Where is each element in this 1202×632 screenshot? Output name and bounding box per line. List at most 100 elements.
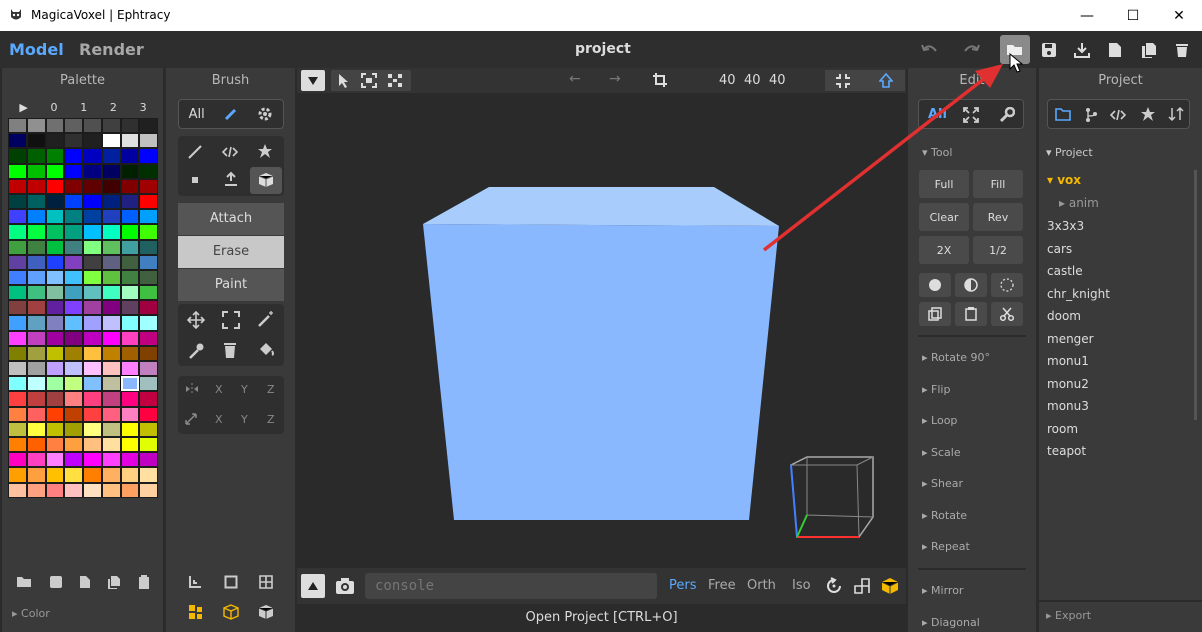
- palette-swatch[interactable]: [101, 482, 121, 498]
- palette-swatch[interactable]: [26, 254, 46, 270]
- folder-vox[interactable]: ▾ vox: [1047, 173, 1081, 187]
- palette-swatch[interactable]: [120, 452, 140, 468]
- project-item[interactable]: 3x3x3: [1047, 219, 1084, 233]
- hollow-sphere-button[interactable]: [991, 273, 1023, 297]
- code-brush-icon[interactable]: [222, 144, 238, 160]
- palette-swatch[interactable]: [45, 467, 65, 483]
- mirror-z-button[interactable]: Z: [267, 383, 275, 396]
- palette-swatch[interactable]: [8, 269, 27, 286]
- expand-icon[interactable]: [963, 107, 979, 123]
- project-scrollbar[interactable]: [1194, 170, 1197, 420]
- palette-swatch[interactable]: [26, 239, 46, 255]
- undo-button[interactable]: [914, 35, 944, 64]
- palette-swatch[interactable]: [26, 269, 46, 286]
- palette-swatch[interactable]: [139, 467, 158, 483]
- select-icon[interactable]: [222, 311, 240, 329]
- sort-icon[interactable]: [1168, 106, 1184, 122]
- move-icon[interactable]: [187, 311, 205, 329]
- palette-swatch[interactable]: [139, 193, 158, 210]
- palette-swatch[interactable]: [26, 209, 46, 225]
- palette-swatch[interactable]: [101, 300, 121, 316]
- palette-swatch[interactable]: [83, 376, 102, 392]
- palette-swatch[interactable]: [83, 300, 102, 316]
- sphere-button[interactable]: [919, 273, 951, 297]
- new-file-button[interactable]: [1100, 35, 1130, 64]
- branch-icon[interactable]: [1084, 107, 1098, 123]
- palette-swatch[interactable]: [101, 421, 121, 437]
- trash-icon[interactable]: [223, 342, 237, 359]
- palette-swatch[interactable]: [139, 391, 158, 407]
- 3d-viewport[interactable]: [297, 93, 906, 568]
- palette-swatch[interactable]: [139, 118, 158, 134]
- star-icon[interactable]: [1140, 106, 1156, 122]
- palette-swatch[interactable]: [101, 361, 121, 377]
- palette-swatch[interactable]: [26, 193, 46, 210]
- palette-swatch[interactable]: [64, 178, 83, 194]
- maximize-button[interactable]: ☐: [1110, 0, 1156, 31]
- color-section[interactable]: ▸ Color: [12, 607, 50, 620]
- palette-swatch[interactable]: [101, 239, 121, 255]
- palette-swatch[interactable]: [26, 452, 46, 468]
- palette-swatch[interactable]: [83, 482, 102, 498]
- project-item[interactable]: room: [1047, 422, 1078, 436]
- palette-swatch[interactable]: [64, 254, 83, 270]
- palette-swatch[interactable]: [120, 224, 140, 240]
- palette-swatch[interactable]: [101, 118, 121, 134]
- palette-swatch[interactable]: [120, 421, 140, 437]
- palette-swatch[interactable]: [83, 467, 102, 483]
- palette-swatch[interactable]: [139, 239, 158, 255]
- project-item[interactable]: menger: [1047, 332, 1094, 346]
- palette-swatch[interactable]: [8, 421, 27, 437]
- palette-swatch[interactable]: [120, 300, 140, 316]
- palette-swatch[interactable]: [83, 315, 102, 331]
- palette-swatch[interactable]: [120, 391, 140, 407]
- palette-swatch[interactable]: [139, 163, 158, 179]
- palette-swatch[interactable]: [8, 133, 27, 149]
- palette-swatch[interactable]: [139, 300, 158, 316]
- palette-swatch[interactable]: [139, 254, 158, 270]
- palette-swatch[interactable]: [120, 209, 140, 225]
- palette-swatch[interactable]: [8, 436, 27, 453]
- file-icon[interactable]: [79, 575, 91, 589]
- palette-swatch[interactable]: [139, 209, 158, 225]
- palette-swatch[interactable]: [101, 452, 121, 468]
- palette-swatch[interactable]: [64, 467, 83, 483]
- palette-swatch[interactable]: [8, 361, 27, 377]
- flip-section[interactable]: ▸ Flip: [922, 383, 950, 396]
- arrow-left-icon[interactable]: ←: [569, 71, 581, 87]
- tool-section[interactable]: ▾ Tool: [922, 146, 952, 159]
- square-icon[interactable]: [224, 575, 238, 589]
- palette-swatch[interactable]: [83, 133, 102, 149]
- palette-swatch[interactable]: [101, 391, 121, 407]
- palette-swatch[interactable]: [83, 436, 102, 453]
- brush-all-tab[interactable]: All: [189, 107, 205, 122]
- axis-y-button[interactable]: Y: [241, 413, 248, 426]
- brush-icon[interactable]: [224, 107, 238, 121]
- palette-swatch[interactable]: [139, 224, 158, 240]
- palette-swatch[interactable]: [8, 300, 27, 316]
- palette-swatch[interactable]: [45, 376, 65, 392]
- palette-swatch[interactable]: [64, 300, 83, 316]
- palette-swatch[interactable]: [64, 452, 83, 468]
- folder-icon[interactable]: [1055, 107, 1071, 121]
- cube-outline-icon[interactable]: [223, 604, 239, 620]
- view-orth-button[interactable]: Orth: [747, 578, 776, 593]
- palette-swatch[interactable]: [120, 330, 140, 346]
- palette-swatch-selected[interactable]: [119, 375, 141, 393]
- project-item[interactable]: castle: [1047, 264, 1083, 278]
- voxel-brush-icon[interactable]: [190, 175, 200, 185]
- redo-button[interactable]: [957, 35, 987, 64]
- size-x[interactable]: 40: [719, 73, 736, 88]
- palette-swatch[interactable]: [83, 269, 102, 286]
- palette-swatch[interactable]: [64, 285, 83, 301]
- color-picker-icon[interactable]: [188, 342, 204, 360]
- palette-swatch[interactable]: [8, 391, 27, 407]
- palette-swatch[interactable]: [83, 285, 102, 301]
- palette-swatch[interactable]: [139, 285, 158, 301]
- palette-swatch[interactable]: [26, 421, 46, 437]
- palette-swatch[interactable]: [45, 118, 65, 134]
- palette-swatch[interactable]: [83, 193, 102, 210]
- palette-swatch[interactable]: [45, 148, 65, 164]
- palette-swatch[interactable]: [83, 391, 102, 407]
- palette-swatch[interactable]: [64, 269, 83, 286]
